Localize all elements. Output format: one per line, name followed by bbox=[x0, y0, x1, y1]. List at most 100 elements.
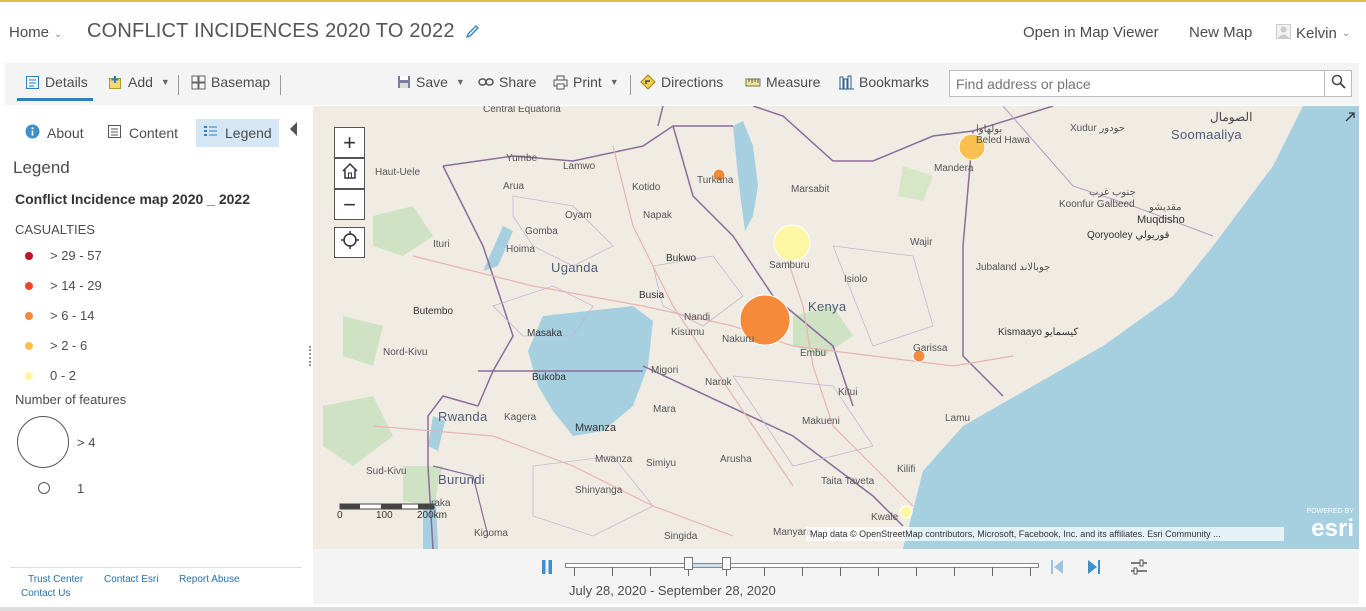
map-label: Muqdisho bbox=[1137, 214, 1185, 226]
expand-icon[interactable] bbox=[1344, 110, 1356, 128]
time-range-fill bbox=[689, 564, 726, 567]
search-button[interactable] bbox=[1324, 70, 1352, 97]
map-label: Kotido bbox=[632, 182, 661, 193]
map-label: Shinyanga bbox=[575, 485, 623, 496]
content-icon bbox=[107, 124, 122, 142]
bookmarks-button[interactable]: Bookmarks bbox=[839, 74, 929, 90]
home-menu[interactable]: Home ⌄ bbox=[9, 24, 62, 41]
map-attribution[interactable]: Map data © OpenStreetMap contributors, M… bbox=[806, 527, 1284, 541]
save-button[interactable]: Save ▼ bbox=[397, 74, 465, 90]
point-kwale[interactable] bbox=[899, 505, 913, 519]
time-end-handle[interactable] bbox=[722, 557, 731, 570]
chevron-down-icon: ⌄ bbox=[1341, 28, 1351, 39]
map-label: Kwale bbox=[871, 512, 899, 523]
basemap-icon bbox=[191, 75, 206, 90]
point-samburu[interactable] bbox=[773, 224, 811, 262]
map-label: Nandi bbox=[684, 312, 711, 323]
map-label: Nord-Kivu bbox=[383, 347, 428, 358]
map-label: Marsabit bbox=[791, 184, 830, 195]
legend-class: > 6 - 14 bbox=[25, 308, 94, 323]
time-tick bbox=[650, 567, 651, 576]
legend-class: > 2 - 6 bbox=[25, 338, 87, 353]
map-label: Arusha bbox=[720, 454, 752, 465]
map-label: Garissa bbox=[913, 343, 948, 354]
zoom-in-button[interactable]: + bbox=[334, 127, 365, 158]
map-label: Kigoma bbox=[474, 528, 508, 539]
map-label: Mandera bbox=[934, 163, 974, 174]
map-label: Masaka bbox=[527, 328, 563, 339]
details-label: Details bbox=[45, 74, 88, 90]
locate-button[interactable] bbox=[334, 227, 365, 258]
add-label: Add bbox=[128, 74, 153, 90]
footer-link-trust-center[interactable]: Trust Center bbox=[28, 574, 83, 585]
tab-legend[interactable]: Legend bbox=[196, 119, 279, 147]
directions-icon bbox=[640, 74, 656, 90]
time-tick bbox=[612, 567, 613, 576]
new-map-link[interactable]: New Map bbox=[1189, 24, 1252, 41]
legend-class: 0 - 2 bbox=[25, 368, 76, 383]
toolbar-divider bbox=[630, 75, 631, 95]
map-label: Samburu bbox=[769, 260, 810, 271]
bookmarks-icon bbox=[839, 75, 854, 90]
zoom-out-button[interactable]: − bbox=[334, 189, 365, 220]
footer-link-contact-esri[interactable]: Contact Esri bbox=[104, 574, 158, 585]
footer-divider bbox=[10, 567, 302, 568]
splitter-grip[interactable] bbox=[309, 346, 311, 366]
add-icon bbox=[108, 75, 123, 90]
tab-content-label: Content bbox=[129, 125, 179, 141]
time-tick bbox=[764, 567, 765, 576]
pencil-icon[interactable] bbox=[465, 22, 480, 45]
save-label: Save bbox=[416, 74, 448, 90]
tab-about-label: About bbox=[47, 125, 84, 141]
share-button[interactable]: Share bbox=[478, 74, 536, 90]
map-label: Yumbe bbox=[506, 153, 538, 164]
time-tick bbox=[574, 567, 575, 576]
legend-class: > 29 - 57 bbox=[25, 248, 102, 263]
previous-icon[interactable] bbox=[1050, 559, 1064, 580]
caret-down-icon: ▼ bbox=[609, 77, 619, 87]
map-label: Kilifi bbox=[897, 464, 916, 475]
map-label: Narok bbox=[705, 377, 732, 388]
search-input[interactable] bbox=[949, 70, 1325, 97]
next-icon[interactable] bbox=[1087, 559, 1101, 580]
details-icon bbox=[25, 75, 40, 90]
time-settings-icon[interactable] bbox=[1130, 559, 1148, 580]
tab-about[interactable]: About bbox=[18, 119, 91, 147]
collapse-sidebar-icon[interactable] bbox=[290, 122, 297, 136]
class-label: > 2 - 6 bbox=[50, 338, 88, 353]
active-tab-indicator bbox=[17, 98, 93, 101]
directions-button[interactable]: Directions bbox=[640, 74, 723, 90]
size-large-label: > 4 bbox=[77, 435, 96, 450]
map-view[interactable]: Central Equatoria Yumbe Lamwo Haut-Uele … bbox=[313, 106, 1359, 549]
class-label: > 29 - 57 bbox=[50, 248, 102, 263]
map-label: Kagera bbox=[504, 412, 537, 423]
tab-content[interactable]: Content bbox=[100, 119, 185, 147]
map-label: Kisumu bbox=[671, 327, 705, 338]
details-button[interactable]: Details bbox=[25, 74, 88, 90]
time-tick bbox=[878, 567, 879, 576]
basemap-button[interactable]: Basemap bbox=[191, 74, 270, 90]
footer-link-contact-us[interactable]: Contact Us bbox=[21, 588, 70, 599]
pause-button[interactable] bbox=[541, 560, 553, 579]
measure-button[interactable]: Measure bbox=[745, 74, 820, 90]
map-label: raka bbox=[431, 498, 451, 509]
bottom-edge bbox=[0, 607, 1366, 611]
footer-link-report-abuse[interactable]: Report Abuse bbox=[179, 574, 240, 585]
map-label: Mara bbox=[653, 404, 676, 415]
time-start-handle[interactable] bbox=[684, 557, 693, 570]
esri-logo[interactable]: POWERED BY esri bbox=[1292, 508, 1354, 544]
open-in-map-viewer-link[interactable]: Open in Map Viewer bbox=[1023, 24, 1159, 41]
legend-icon bbox=[203, 124, 218, 142]
time-tick bbox=[954, 567, 955, 576]
user-menu[interactable]: Kelvin ⌄ bbox=[1276, 24, 1350, 43]
class-swatch bbox=[25, 281, 33, 290]
class-swatch bbox=[25, 341, 33, 350]
add-button[interactable]: Add ▼ bbox=[108, 74, 170, 90]
home-extent-button[interactable] bbox=[334, 158, 365, 189]
map-label: Turkana bbox=[697, 175, 734, 186]
map-label: Hoima bbox=[506, 244, 535, 255]
map-label: Makueni bbox=[802, 416, 840, 427]
time-tick bbox=[1030, 567, 1031, 576]
bookmarks-label: Bookmarks bbox=[859, 74, 930, 90]
print-button[interactable]: Print ▼ bbox=[553, 74, 619, 90]
